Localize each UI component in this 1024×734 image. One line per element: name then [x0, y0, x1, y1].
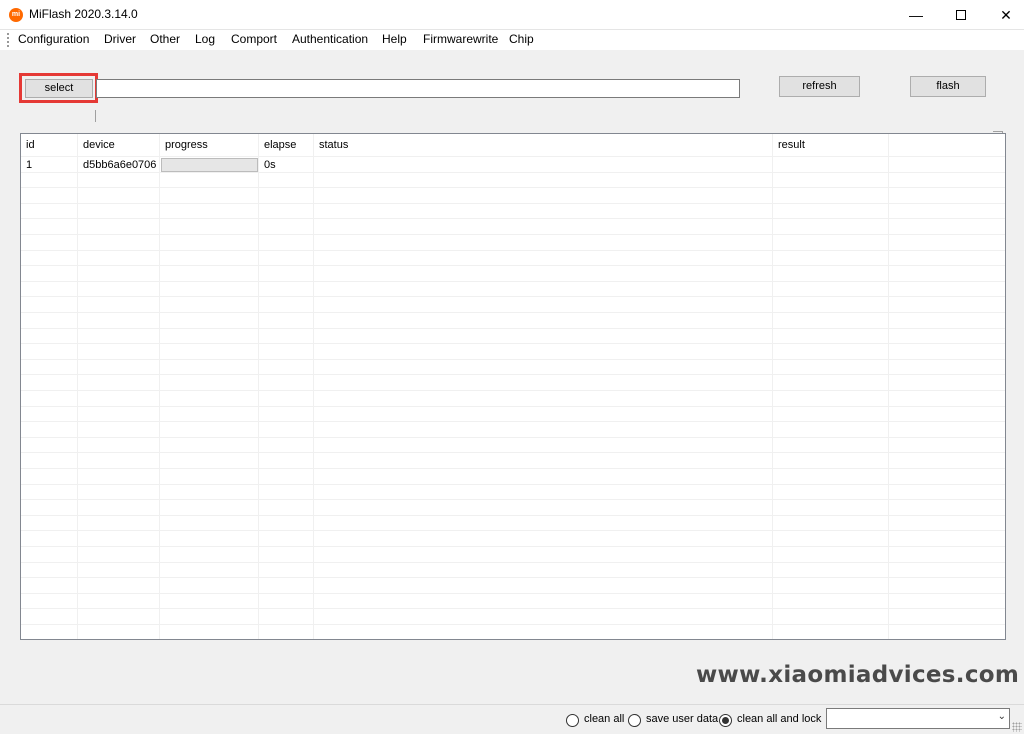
cell-id: 1 — [26, 159, 33, 171]
column-header-device[interactable]: device — [78, 134, 115, 156]
column-divider — [313, 134, 314, 639]
row-divider — [21, 390, 1005, 391]
resize-grip-icon[interactable] — [1012, 722, 1022, 732]
row-divider — [21, 406, 1005, 407]
refresh-button[interactable]: refresh — [779, 76, 860, 97]
row-divider — [21, 250, 1005, 251]
save-user-data-label[interactable]: save user data — [646, 713, 718, 725]
splitter-tick — [95, 110, 96, 122]
row-divider — [21, 452, 1005, 453]
maximize-button[interactable] — [938, 0, 984, 30]
menu-grip-icon — [7, 33, 9, 47]
column-divider — [159, 134, 160, 639]
window-title: MiFlash 2020.3.14.0 — [29, 7, 138, 21]
device-grid[interactable]: id device progress elapse status result … — [20, 133, 1006, 640]
column-divider — [772, 134, 773, 639]
flash-button[interactable]: flash — [910, 76, 986, 97]
column-header-id[interactable]: id — [21, 134, 35, 156]
row-divider — [21, 593, 1005, 594]
menu-log[interactable]: Log — [194, 32, 216, 46]
menu-comport[interactable]: Comport — [230, 32, 278, 46]
row-divider — [21, 265, 1005, 266]
menu-bar: Configuration Driver Other Log Comport A… — [0, 30, 1024, 50]
row-divider — [21, 546, 1005, 547]
watermark-text: www.xiaomiadvices.com — [696, 662, 1020, 688]
firmware-path-input[interactable] — [96, 79, 740, 98]
column-divider — [258, 134, 259, 639]
row-divider — [21, 328, 1005, 329]
row-divider — [21, 484, 1005, 485]
menu-driver[interactable]: Driver — [103, 32, 137, 46]
row-divider — [21, 437, 1005, 438]
row-divider — [21, 312, 1005, 313]
cell-status — [314, 157, 319, 173]
row-divider — [21, 499, 1005, 500]
maximize-icon — [956, 9, 966, 20]
column-header-result[interactable]: result — [773, 134, 805, 156]
row-divider — [21, 281, 1005, 282]
combo-value — [827, 711, 832, 727]
menu-other[interactable]: Other — [149, 32, 181, 46]
minimize-icon: — — [909, 7, 923, 23]
column-divider — [888, 134, 889, 639]
close-icon: ✕ — [1000, 7, 1012, 23]
menu-chip[interactable]: Chip — [508, 32, 535, 46]
row-divider — [21, 421, 1005, 422]
select-button[interactable]: select — [25, 79, 93, 98]
close-button[interactable]: ✕ — [983, 0, 1024, 30]
device-combo-box[interactable]: ⌄ — [826, 708, 1010, 729]
row-divider — [21, 156, 1005, 157]
row-divider — [21, 187, 1005, 188]
column-header-elapse[interactable]: elapse — [259, 134, 296, 156]
menu-authentication[interactable]: Authentication — [291, 32, 369, 46]
menu-firmwarewrite[interactable]: Firmwarewrite — [422, 32, 499, 46]
row-divider — [21, 296, 1005, 297]
cell-device: d5bb6a6e0706 — [83, 159, 157, 171]
miflash-logo-icon: mi — [9, 8, 23, 22]
row-divider — [21, 359, 1005, 360]
clean-all-and-lock-label[interactable]: clean all and lock — [737, 713, 821, 725]
row-divider — [21, 515, 1005, 516]
row-divider — [21, 468, 1005, 469]
cell-result — [773, 157, 778, 173]
row-divider — [21, 172, 1005, 173]
clean-all-label[interactable]: clean all — [584, 713, 624, 725]
title-bar: mi MiFlash 2020.3.14.0 — ✕ — [0, 0, 1024, 30]
column-header-status[interactable]: status — [314, 134, 348, 156]
row-divider — [21, 218, 1005, 219]
menu-help[interactable]: Help — [381, 32, 408, 46]
row-divider — [21, 577, 1005, 578]
chevron-down-icon[interactable]: ⌄ — [998, 711, 1006, 722]
row-divider — [21, 624, 1005, 625]
cell-elapse: 0s — [264, 159, 276, 171]
row-divider — [21, 608, 1005, 609]
minimize-button[interactable]: — — [893, 0, 939, 30]
column-header-progress[interactable]: progress — [160, 134, 208, 156]
save-user-data-radio[interactable] — [628, 714, 641, 727]
column-divider — [77, 134, 78, 639]
clean-all-and-lock-radio[interactable] — [719, 714, 732, 727]
row-divider — [21, 343, 1005, 344]
menu-configuration[interactable]: Configuration — [17, 32, 90, 46]
progress-bar — [161, 158, 258, 172]
row-divider — [21, 562, 1005, 563]
row-divider — [21, 530, 1005, 531]
row-divider — [21, 374, 1005, 375]
clean-all-radio[interactable] — [566, 714, 579, 727]
row-divider — [21, 234, 1005, 235]
row-divider — [21, 203, 1005, 204]
